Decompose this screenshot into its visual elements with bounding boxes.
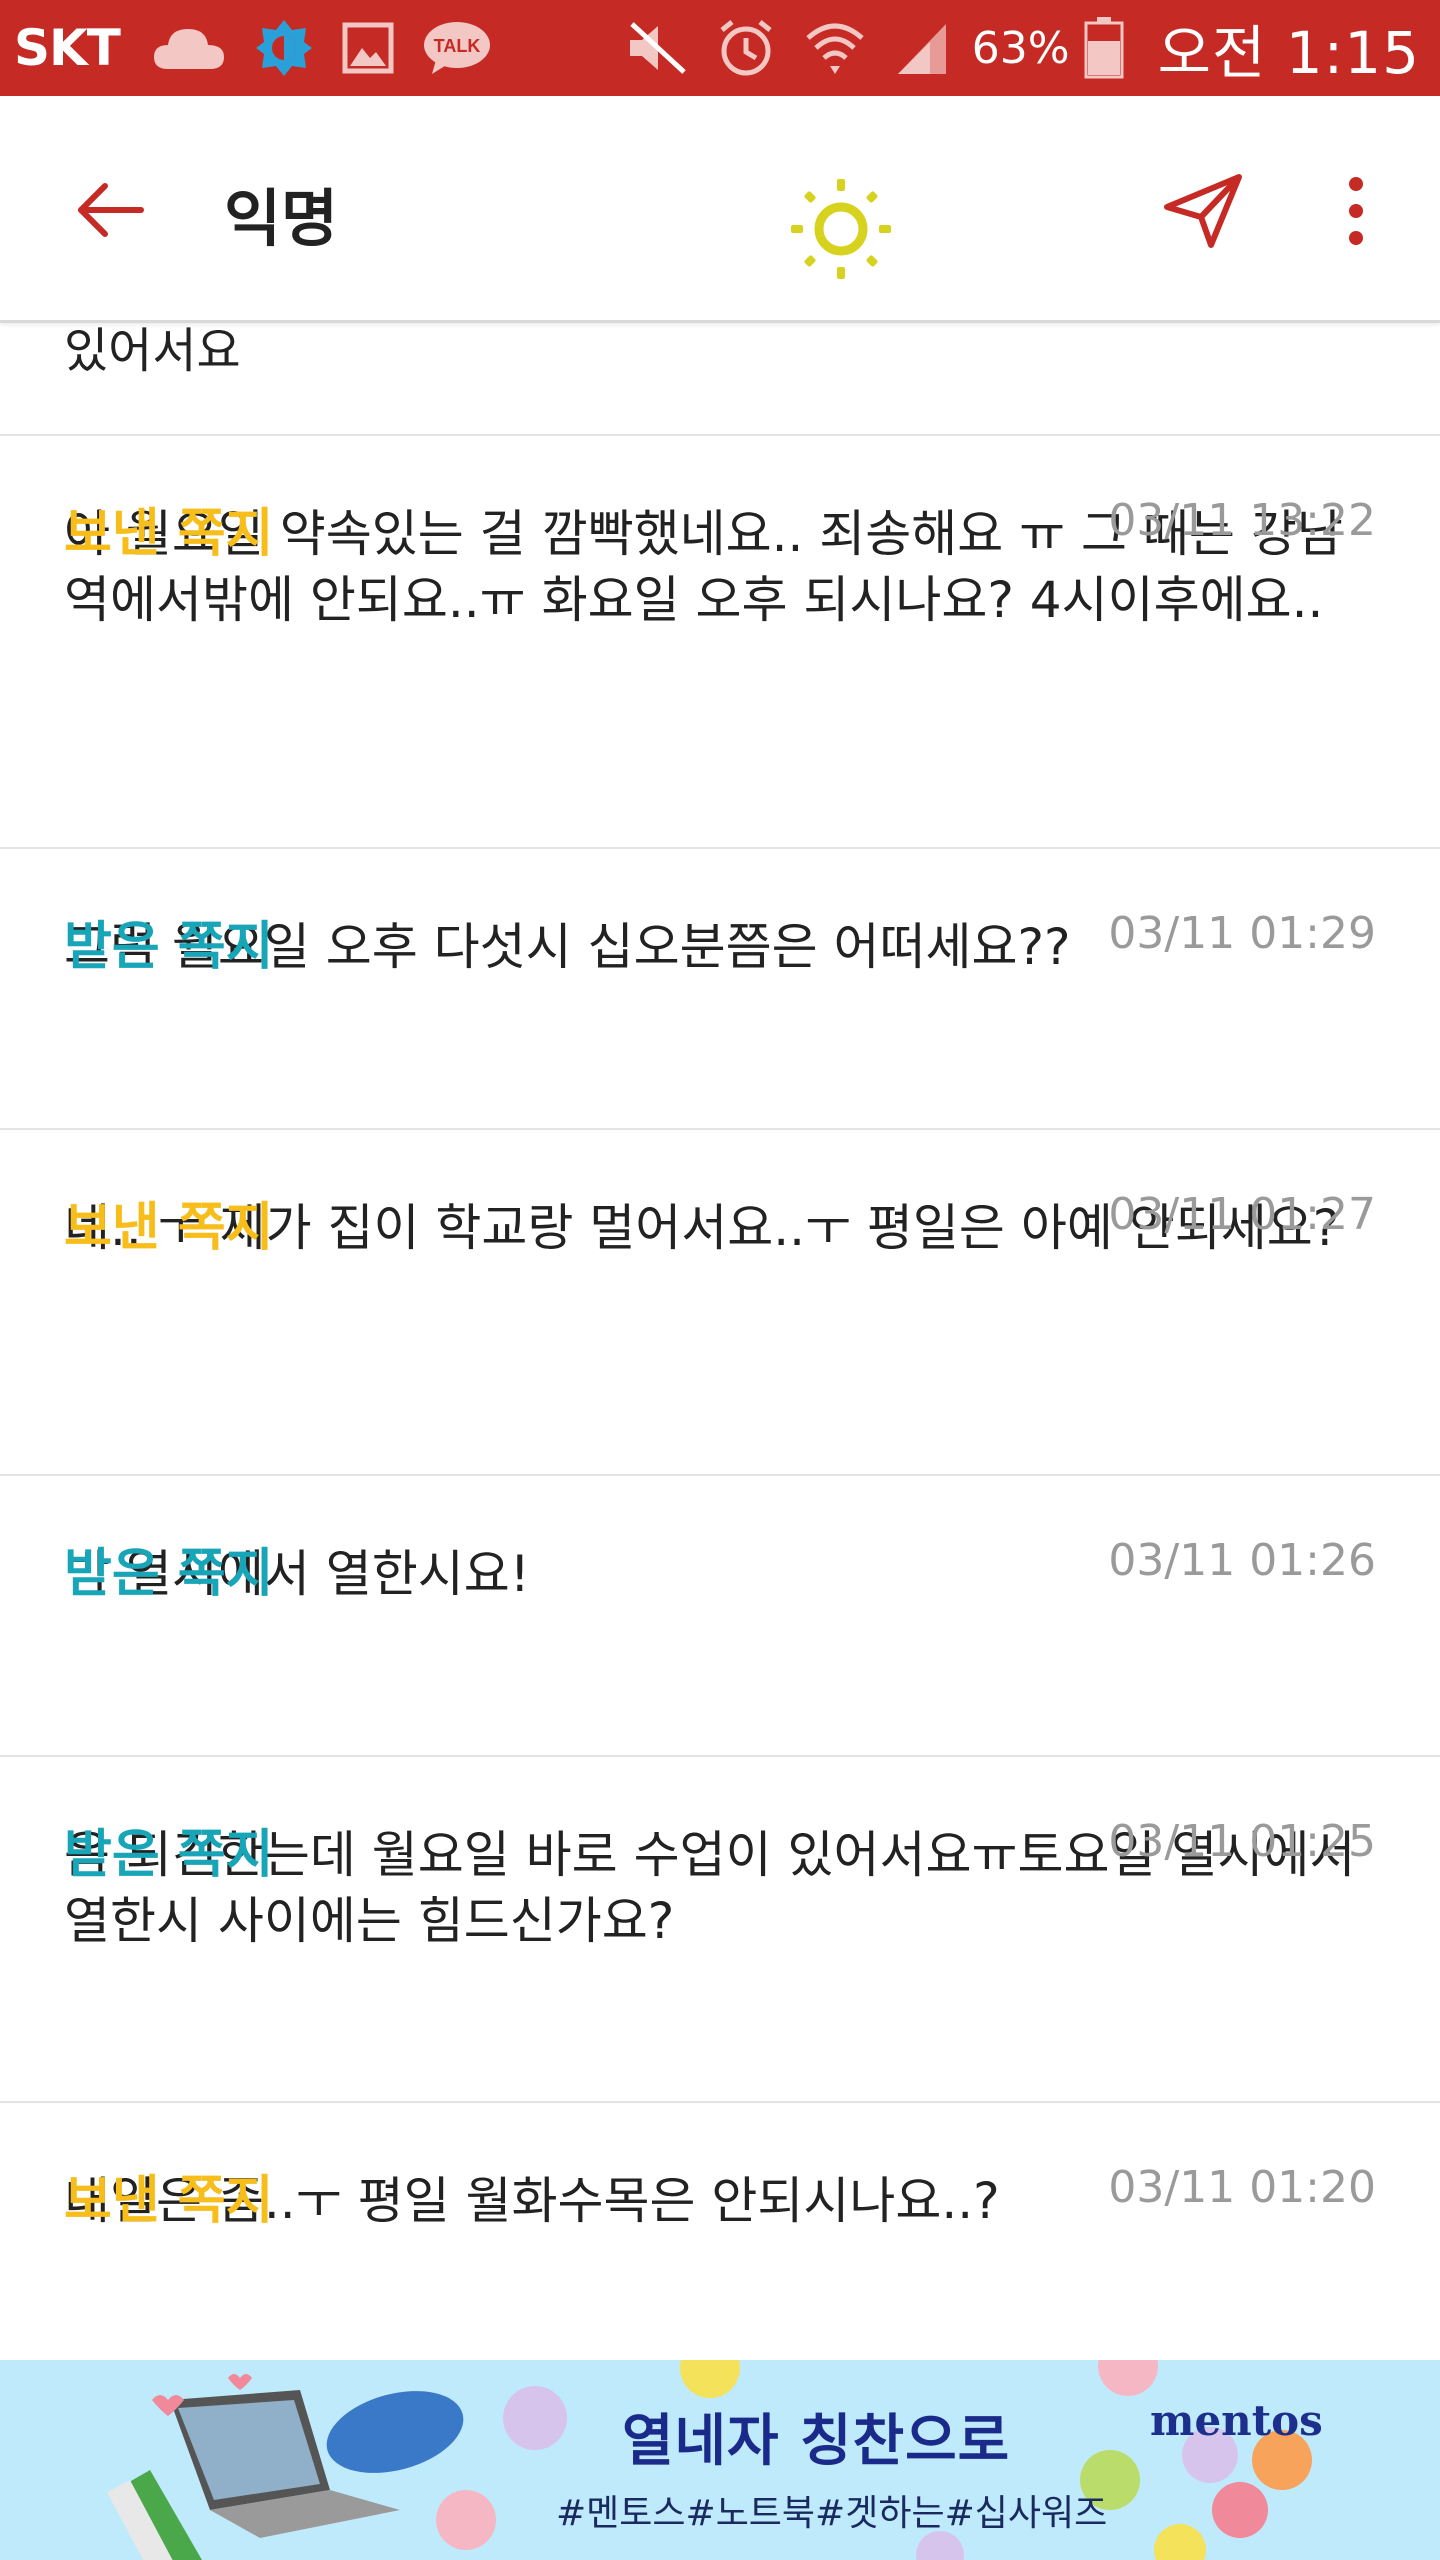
list-item[interactable]: 받은 쪽지 03/11 01:25 음 되긴한는데 월요일 바로 수업이 있어서…	[0, 1757, 1440, 2103]
ad-subtitle: #멘토스#노트북#겟하는#십사워즈	[556, 2493, 1108, 2534]
more-options-button[interactable]	[1326, 166, 1386, 256]
message-timestamp: 03/11 01:26	[1108, 1535, 1376, 1586]
sun-icon	[791, 179, 891, 279]
list-item[interactable]: 보낸 쪽지 03/11 13:22 아 월요일 약속있는 걸 깜빡했네요.. 죄…	[0, 436, 1440, 849]
message-timestamp: 03/11 01:25	[1108, 1816, 1376, 1867]
kakaotalk-icon: TALK	[422, 20, 492, 76]
more-vert-icon	[1349, 177, 1363, 245]
mute-icon	[626, 20, 688, 76]
message-type-label: 보낸 쪽지	[64, 504, 274, 564]
message-timestamp: 03/11 13:22	[1108, 495, 1376, 546]
message-type-label: 받은 쪽지	[64, 1825, 274, 1885]
theme-toggle-button[interactable]	[786, 174, 896, 284]
status-bar: SKT TALK 63% 오전 1:15	[0, 0, 1440, 96]
message-timestamp: 03/11 01:27	[1108, 1189, 1376, 1240]
message-type-label: 보낸 쪽지	[64, 1198, 274, 1258]
display-icon	[254, 18, 314, 78]
message-type-label: 보낸 쪽지	[64, 2171, 274, 2231]
send-icon	[1164, 174, 1242, 248]
cloud-icon	[152, 25, 226, 71]
ad-brand-logo: mentos	[1150, 2396, 1323, 2445]
list-item[interactable]: 받은 쪽지 03/11 01:29 그럼 월요일 오후 다섯시 십오분쯤은 어떠…	[0, 849, 1440, 1130]
app-bar: 익명	[0, 96, 1440, 323]
battery-icon	[1084, 17, 1124, 79]
message-timestamp: 03/11 01:29	[1108, 908, 1376, 959]
signal-icon	[894, 20, 950, 76]
message-timestamp: 03/11 01:20	[1108, 2162, 1376, 2213]
list-item[interactable]: 받은 쪽지 03/11 01:26 밤 열시에서 열한시요!	[0, 1476, 1440, 1757]
carrier-label: SKT	[14, 19, 121, 77]
list-item[interactable]: 보낸 쪽지 03/11 01:27 네.. ㅜ 제가 집이 학교랑 멀어서요..…	[0, 1130, 1440, 1476]
ad-banner[interactable]: 열네자 칭찬으로 #멘토스#노트북#겟하는#십사워즈 mentos	[0, 2360, 1440, 2560]
send-message-button[interactable]	[1158, 166, 1248, 256]
back-arrow-icon	[78, 183, 144, 237]
alarm-icon	[716, 18, 776, 78]
wifi-icon	[804, 20, 866, 76]
list-item[interactable]: 보낸 쪽지 03/11 01:20 내일은 좀..ㅜ 평일 월화수목은 안되시나…	[0, 2103, 1440, 2363]
message-type-label: 받은 쪽지	[64, 917, 274, 977]
battery-percent: 63%	[971, 22, 1070, 74]
ad-title: 열네자 칭찬으로	[622, 2409, 1011, 2474]
message-type-label: 받은 쪽지	[64, 1544, 274, 1604]
list-item[interactable]: 있어서요	[0, 323, 1440, 436]
page-title: 익명	[224, 182, 339, 255]
message-text: 있어서요	[64, 323, 241, 379]
svg-text:TALK: TALK	[434, 36, 481, 56]
status-bar-right: 63% 오전 1:15	[612, 0, 1420, 96]
clock: 오전 1:15	[1157, 19, 1420, 87]
message-list[interactable]: 있어서요 보낸 쪽지 03/11 13:22 아 월요일 약속있는 걸 깜빡했네…	[0, 323, 1440, 2363]
status-bar-left: SKT TALK	[14, 0, 506, 96]
gallery-icon	[342, 22, 394, 74]
back-button[interactable]	[70, 170, 150, 250]
